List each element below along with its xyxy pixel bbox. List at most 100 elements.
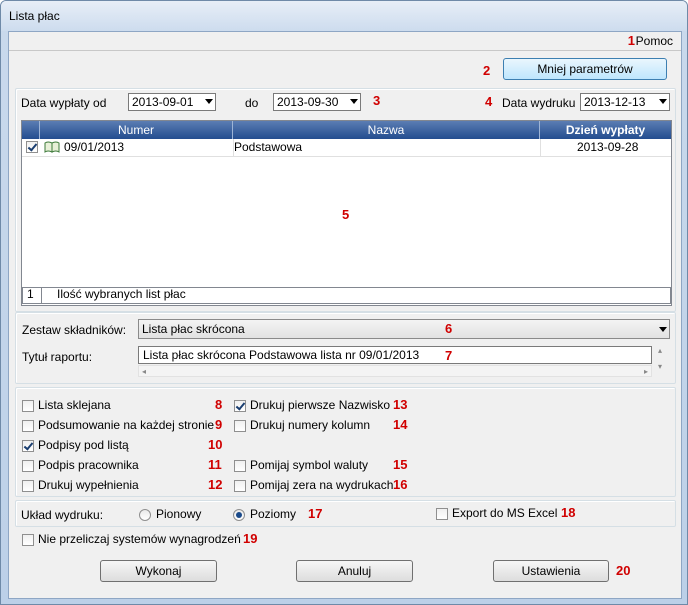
skip-zeros-label: Pomijaj zera na wydrukach xyxy=(250,478,394,492)
payroll-lists-grid[interactable]: Numer Nazwa Dzień wypłaty 09/01/2013 Pod… xyxy=(21,120,672,306)
grid-footer: 1 Ilość wybranych list płac xyxy=(22,287,671,304)
table-row[interactable]: 09/01/2013 Podstawowa 2013-09-28 xyxy=(22,139,671,157)
footer-divider xyxy=(41,288,42,303)
skip-zeros-checkbox[interactable] xyxy=(234,480,246,492)
cancel-button[interactable]: Anuluj xyxy=(296,560,413,582)
menu-bar: 1 Pomoc xyxy=(9,32,681,51)
summary-each-page-label: Podsumowanie na każdej stronie xyxy=(38,418,215,432)
marker-11: 11 xyxy=(208,457,222,472)
date-to-picker[interactable]: 2013-09-30 xyxy=(273,93,361,111)
row-nazwa: Podstawowa xyxy=(234,140,303,154)
report-title-input[interactable]: Lista płac skrócona Podstawowa lista nr … xyxy=(138,346,652,364)
less-parameters-button[interactable]: Mniej parametrów xyxy=(503,58,667,80)
glued-list-checkbox[interactable] xyxy=(22,400,34,412)
skip-currency-checkbox[interactable] xyxy=(234,460,246,472)
report-title-label: Tytuł raportu: xyxy=(22,350,93,364)
marker-13: 13 xyxy=(393,397,408,412)
title-bar[interactable]: Lista płac xyxy=(1,1,687,31)
column-divider xyxy=(233,139,234,156)
grid-header-numer[interactable]: Numer xyxy=(40,121,233,139)
date-to-value: 2013-09-30 xyxy=(277,95,339,109)
column-numbers-label: Drukuj numery kolumn xyxy=(250,418,371,432)
chevron-down-icon xyxy=(350,99,358,104)
scroll-left-icon[interactable]: ◂ xyxy=(142,367,146,376)
marker-4: 4 xyxy=(485,94,493,109)
employee-signature-label: Podpis pracownika xyxy=(38,458,139,472)
summary-each-page-checkbox[interactable] xyxy=(22,420,34,432)
menu-help[interactable]: Pomoc xyxy=(636,34,673,48)
chevron-down-icon xyxy=(659,99,667,104)
report-title-value: Lista płac skrócona Podstawowa lista nr … xyxy=(143,348,420,362)
selected-count-label: Ilość wybranych list płac xyxy=(57,287,186,301)
no-recalc-checkbox[interactable] xyxy=(22,534,34,546)
employee-signature-checkbox[interactable] xyxy=(22,460,34,472)
marker-2: 2 xyxy=(483,63,491,78)
print-date-picker[interactable]: 2013-12-13 xyxy=(580,93,670,111)
first-surname-label: Drukuj pierwsze Nazwisko xyxy=(250,398,391,412)
scroll-up-icon[interactable]: ▴ xyxy=(658,346,662,355)
marker-17: 17 xyxy=(308,506,323,521)
grid-header: Numer Nazwa Dzień wypłaty xyxy=(22,121,671,139)
print-date-label: Data wydruku xyxy=(502,96,576,110)
row-numer: 09/01/2013 xyxy=(64,140,125,154)
row-checkbox[interactable] xyxy=(26,141,38,153)
portrait-radio[interactable] xyxy=(139,509,151,521)
chevron-down-icon xyxy=(659,327,667,332)
date-from-label: Data wypłaty od xyxy=(21,96,107,110)
grid-header-nazwa[interactable]: Nazwa xyxy=(233,121,540,139)
portrait-label: Pionowy xyxy=(156,507,202,521)
scroll-down-icon[interactable]: ▾ xyxy=(658,362,662,371)
print-date-value: 2013-12-13 xyxy=(584,95,646,109)
marker-7: 7 xyxy=(445,348,453,363)
landscape-radio[interactable] xyxy=(233,509,245,521)
print-fills-checkbox[interactable] xyxy=(22,480,34,492)
report-title-scrollbar[interactable]: ◂ ▸ xyxy=(138,365,652,377)
selected-count: 1 xyxy=(27,287,34,301)
date-from-picker[interactable]: 2013-09-01 xyxy=(128,93,216,111)
dialog-client-area: 1 Pomoc 2 Mniej parametrów Data wypłaty … xyxy=(8,31,682,599)
components-label: Zestaw składników: xyxy=(22,323,127,337)
column-divider xyxy=(540,139,541,156)
grid-header-check xyxy=(22,121,40,139)
layout-group xyxy=(15,500,676,527)
chevron-down-icon xyxy=(205,99,213,104)
dialog-window: Lista płac 1 Pomoc 2 Mniej parametrów Da… xyxy=(0,0,688,605)
marker-14: 14 xyxy=(393,417,408,432)
components-value: Lista płac skrócona xyxy=(142,322,245,336)
column-numbers-checkbox[interactable] xyxy=(234,420,246,432)
grid-header-dzien[interactable]: Dzień wypłaty xyxy=(540,121,671,139)
landscape-label: Poziomy xyxy=(250,507,297,521)
print-fills-label: Drukuj wypełnienia xyxy=(38,478,139,492)
marker-6: 6 xyxy=(445,321,453,336)
marker-9: 9 xyxy=(215,417,223,432)
marker-5: 5 xyxy=(342,207,350,222)
window-title: Lista płac xyxy=(9,9,60,23)
signatures-below-checkbox[interactable] xyxy=(22,440,34,452)
report-title-vscroll[interactable]: ▴ ▾ xyxy=(656,346,668,380)
glued-list-label: Lista sklejana xyxy=(38,398,111,412)
date-from-value: 2013-09-01 xyxy=(132,95,194,109)
skip-currency-label: Pomijaj symbol waluty xyxy=(250,458,369,472)
scroll-right-icon[interactable]: ▸ xyxy=(644,367,648,376)
no-recalc-label: Nie przeliczaj systemów wynagrodzeń xyxy=(38,532,241,546)
date-to-label: do xyxy=(245,96,259,110)
components-select[interactable]: Lista płac skrócona xyxy=(138,319,670,339)
marker-19: 19 xyxy=(243,531,258,546)
layout-label: Układ wydruku: xyxy=(21,508,104,522)
marker-15: 15 xyxy=(393,457,408,472)
marker-12: 12 xyxy=(208,477,223,492)
marker-16: 16 xyxy=(393,477,408,492)
marker-3: 3 xyxy=(373,93,381,108)
first-surname-checkbox[interactable] xyxy=(234,400,246,412)
export-excel-label: Export do MS Excel xyxy=(452,506,558,520)
marker-20: 20 xyxy=(616,563,631,578)
marker-8: 8 xyxy=(215,397,223,412)
settings-button[interactable]: Ustawienia xyxy=(493,560,609,582)
marker-1: 1 xyxy=(627,33,635,48)
marker-18: 18 xyxy=(561,505,576,520)
run-button[interactable]: Wykonaj xyxy=(100,560,217,582)
book-icon xyxy=(44,141,60,153)
export-excel-checkbox[interactable] xyxy=(436,508,448,520)
marker-10: 10 xyxy=(208,437,223,452)
signatures-below-label: Podpisy pod listą xyxy=(38,438,129,452)
